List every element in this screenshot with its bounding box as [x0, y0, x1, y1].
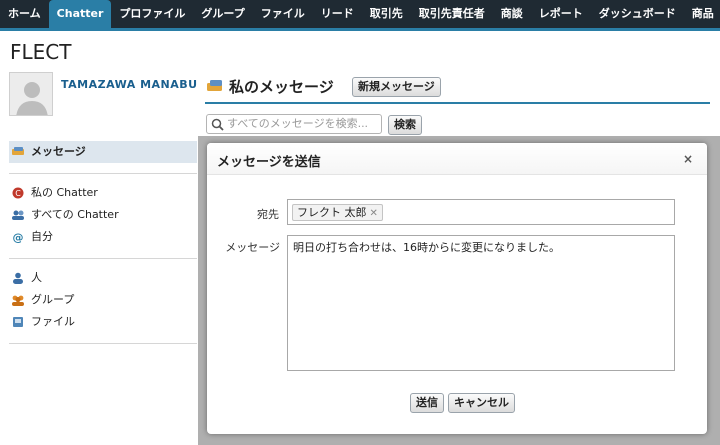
tab-home[interactable]: ホーム [0, 0, 49, 28]
tab-opportunities[interactable]: 商談 [493, 0, 531, 28]
tab-contacts[interactable]: 取引先責任者 [411, 0, 493, 28]
nav-accent-bar [0, 28, 720, 31]
at-icon: @ [13, 231, 24, 243]
sidebar: メッセージ C 私の Chatter すべての Chatter @ 自分 人 グ… [9, 141, 197, 352]
tab-products[interactable]: 商品 [684, 0, 720, 28]
tab-files[interactable]: ファイル [253, 0, 313, 28]
sidebar-divider [9, 173, 197, 174]
messages-icon [207, 80, 222, 91]
sidebar-item-my-chatter[interactable]: C 私の Chatter [9, 182, 197, 204]
search-input[interactable]: すべてのメッセージを検索... [206, 114, 382, 134]
people-icon [12, 210, 24, 220]
new-message-button[interactable]: 新規メッセージ [352, 77, 441, 97]
tab-groups[interactable]: グループ [193, 0, 252, 28]
sidebar-item-messages[interactable]: メッセージ [9, 141, 197, 163]
send-button[interactable]: 送信 [410, 393, 444, 413]
tab-dashboards[interactable]: ダッシュボード [591, 0, 684, 28]
messages-icon [12, 147, 24, 155]
close-icon[interactable]: × [683, 152, 693, 166]
default-avatar-icon [10, 73, 52, 115]
sidebar-item-label: グループ [31, 293, 75, 306]
group-icon [12, 295, 24, 306]
send-message-dialog: メッセージを送信 × 宛先 フレクト 太郎 ✕ メッセージ 明日の打ち合わせは、1… [207, 143, 707, 434]
search-placeholder: すべてのメッセージを検索... [227, 117, 369, 130]
sidebar-item-groups[interactable]: グループ [9, 289, 197, 311]
sidebar-item-label: ファイル [31, 315, 75, 328]
svg-text:C: C [15, 189, 21, 198]
person-icon [13, 272, 23, 284]
page-title: 私のメッセージ [229, 78, 334, 96]
message-label: メッセージ [225, 241, 280, 254]
message-textarea[interactable]: 明日の打ち合わせは、16時からに変更になりました。 [287, 235, 675, 371]
tab-accounts[interactable]: 取引先 [362, 0, 411, 28]
sidebar-item-label: 人 [31, 271, 42, 284]
search-button[interactable]: 検索 [388, 115, 422, 135]
sidebar-item-people[interactable]: 人 [9, 267, 197, 289]
tab-chatter[interactable]: Chatter [48, 0, 112, 28]
recipient-field[interactable]: フレクト 太郎 ✕ [287, 199, 675, 225]
search-icon [211, 118, 224, 131]
cancel-button[interactable]: キャンセル [448, 393, 515, 413]
sidebar-divider [9, 343, 197, 344]
chatter-icon: C [12, 187, 24, 199]
sidebar-item-files[interactable]: ファイル [9, 311, 197, 333]
to-label: 宛先 [257, 208, 279, 221]
top-nav-bar: ホーム Chatter プロファイル グループ ファイル リード 取引先 取引先… [0, 0, 720, 31]
sidebar-divider [9, 258, 197, 259]
file-icon [13, 317, 23, 327]
sidebar-item-label: 自分 [31, 230, 53, 243]
avatar[interactable] [9, 72, 53, 116]
sidebar-item-label: すべての Chatter [31, 208, 119, 221]
tab-leads[interactable]: リード [313, 0, 362, 28]
dialog-header: メッセージを送信 × [207, 143, 707, 175]
recipient-chip[interactable]: フレクト 太郎 ✕ [292, 204, 383, 221]
org-name: FLECT [10, 40, 72, 64]
sidebar-item-label: メッセージ [31, 145, 86, 158]
user-name-link[interactable]: TAMAZAWA MANABU [61, 78, 198, 91]
messages-header: 私のメッセージ 新規メッセージ [205, 70, 710, 104]
tab-profile[interactable]: プロファイル [111, 0, 193, 28]
sidebar-item-mentions[interactable]: @ 自分 [9, 226, 197, 248]
svg-text:@: @ [13, 231, 24, 243]
sidebar-item-all-chatter[interactable]: すべての Chatter [9, 204, 197, 226]
sidebar-item-label: 私の Chatter [31, 186, 98, 199]
recipient-name: フレクト 太郎 [297, 206, 367, 219]
remove-recipient-icon[interactable]: ✕ [370, 208, 378, 219]
dialog-title: メッセージを送信 [217, 155, 321, 170]
tab-reports[interactable]: レポート [531, 0, 591, 28]
